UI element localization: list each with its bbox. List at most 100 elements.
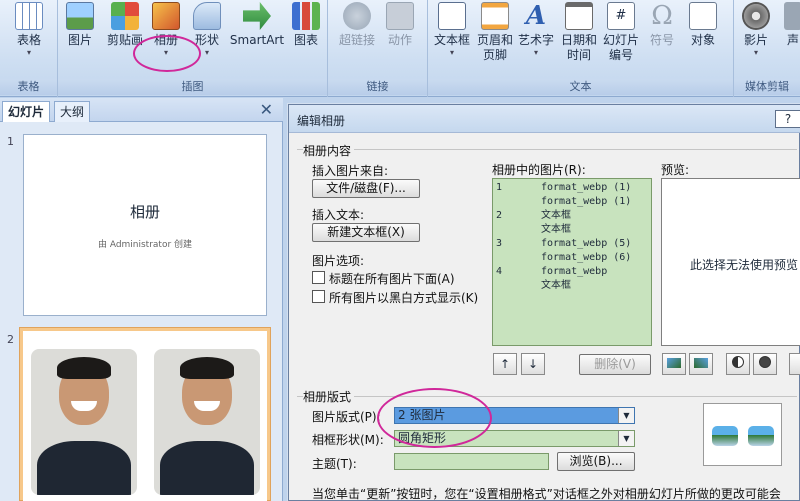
new-textbox-button[interactable]: 新建文本框(X)	[312, 223, 420, 242]
table-button[interactable]: 表格 ▾	[6, 0, 52, 58]
rotate-right-button[interactable]	[689, 353, 713, 375]
contrast-down-icon	[759, 356, 771, 368]
footer-note: 当您单击“更新”按钮时，您在“设置相册格式”对话框之外对相册幻灯片所做的更改可能…	[312, 487, 781, 501]
group-media: 影片 ▾ 声 媒体剪辑	[734, 0, 800, 97]
tab-slides[interactable]: 幻灯片	[2, 101, 51, 122]
blackwhite-label: 所有图片以黑白方式显示(K)	[329, 291, 479, 305]
tab-outline[interactable]: 大纲	[54, 101, 91, 122]
header-footer-icon	[481, 2, 509, 30]
contrast-icon	[732, 356, 744, 368]
section-album-layout: 相册版式	[303, 388, 355, 405]
file-disk-button[interactable]: 文件/磁盘(F)...	[312, 179, 420, 198]
textbox-icon	[438, 2, 466, 30]
theme-input[interactable]	[394, 453, 549, 470]
delete-button[interactable]: 删除(V)	[579, 354, 651, 375]
layout-preview	[703, 403, 782, 466]
smartart-button[interactable]: SmartArt	[228, 0, 286, 48]
edit-album-dialog: 编辑相册 ? 相册内容 插入图片来自: 文件/磁盘(F)... 插入文本: 新建…	[288, 104, 800, 501]
move-up-button[interactable]: ↑	[493, 353, 517, 375]
help-button[interactable]: ?	[775, 110, 800, 128]
contrast-down-button[interactable]	[753, 353, 777, 375]
slide-thumbnail-2[interactable]	[19, 327, 271, 501]
list-item[interactable]: 4 format_webp	[493, 265, 651, 278]
header-footer-button[interactable]: 页眉和 页脚	[474, 0, 516, 63]
symbol-button[interactable]: Ω 符号	[646, 0, 678, 48]
group-links: 超链接 动作 链接	[328, 0, 428, 97]
hyperlink-label: 超链接	[338, 33, 375, 47]
slide1-title: 相册	[129, 203, 160, 221]
browse-button[interactable]: 浏览(B)...	[557, 452, 635, 471]
group-label-table: 表格	[0, 79, 57, 95]
section-album-content: 相册内容	[303, 142, 355, 159]
move-down-button[interactable]: ↓	[521, 353, 545, 375]
slide-number-1: 1	[7, 135, 14, 148]
preview-message: 此选择无法使用预览	[690, 258, 799, 272]
group-label-media: 媒体剪辑	[734, 79, 800, 95]
datetime-button[interactable]: 日期和 时间	[558, 0, 600, 63]
hyperlink-button[interactable]: 超链接	[336, 0, 378, 48]
datetime-label-1: 日期和	[560, 33, 597, 47]
photo-1	[31, 349, 137, 495]
group-label-illustrations: 插图	[58, 79, 327, 95]
datetime-label-2: 时间	[566, 48, 591, 62]
photo-album-icon	[152, 2, 180, 30]
film-reel-icon	[742, 2, 770, 30]
slide-thumbnail-1[interactable]: 相册 由 Administrator 创建	[23, 134, 267, 316]
theme-label: 主题(T):	[312, 457, 357, 471]
list-item[interactable]: 2 文本框	[493, 209, 651, 222]
picture-icon	[66, 2, 94, 30]
picture-options-label: 图片选项:	[312, 254, 365, 268]
photo-2	[154, 349, 260, 495]
chart-label: 图表	[293, 33, 318, 47]
blackwhite-checkbox[interactable]	[312, 290, 325, 303]
action-icon	[386, 2, 414, 30]
close-icon[interactable]: ✕	[260, 100, 273, 119]
header-footer-label-2: 页脚	[482, 48, 507, 62]
speaker-icon	[784, 2, 800, 30]
captions-label: 标题在所有图片下面(A)	[329, 272, 455, 286]
header-footer-label-1: 页眉和	[476, 33, 513, 47]
list-item[interactable]: format_webp (1)	[493, 195, 651, 208]
object-button[interactable]: 对象	[686, 0, 720, 48]
wordart-button[interactable]: A 艺术字 ▾	[516, 0, 556, 58]
chart-button[interactable]: 图表	[288, 0, 324, 48]
sound-label: 声	[786, 33, 799, 47]
frame-shape-label: 相框形状(M):	[312, 433, 384, 447]
textbox-button[interactable]: 文本框 ▾	[432, 0, 472, 58]
shapes-icon	[193, 2, 221, 30]
sound-button[interactable]: 声	[782, 0, 800, 48]
textbox-label: 文本框	[433, 33, 470, 47]
picture-button[interactable]: 图片	[62, 0, 98, 48]
insert-text-label: 插入文本:	[312, 208, 365, 222]
omega-icon: Ω	[651, 1, 673, 31]
brightness-button[interactable]	[789, 353, 800, 375]
picture-layout-label: 图片版式(P):	[312, 410, 381, 424]
globe-link-icon	[343, 2, 371, 30]
preview-box: 此选择无法使用预览	[661, 178, 800, 346]
object-label: 对象	[690, 33, 715, 47]
shapes-label: 形状	[194, 33, 219, 47]
wordart-icon: A	[525, 1, 547, 31]
smartart-icon	[243, 2, 271, 30]
slide-number-button[interactable]: # 幻灯片 编号	[600, 0, 642, 63]
rotate-left-button[interactable]	[662, 353, 686, 375]
chevron-down-icon: ▼	[618, 408, 634, 423]
up-arrow-icon: ↑	[499, 357, 511, 371]
action-button[interactable]: 动作	[382, 0, 418, 48]
group-table: 表格 ▾ 表格	[0, 0, 58, 97]
table-icon	[15, 2, 43, 30]
list-item[interactable]: 文本框	[493, 223, 651, 236]
list-item[interactable]: 文本框	[493, 279, 651, 292]
pictures-listbox[interactable]: 1 format_webp (1) format_webp (1) 2 文本框 文本…	[492, 178, 652, 346]
list-item[interactable]: format_webp (6)	[493, 251, 651, 264]
movie-button[interactable]: 影片 ▾	[738, 0, 774, 58]
list-item[interactable]: 1 format_webp (1)	[493, 181, 651, 194]
clipart-icon	[111, 2, 139, 30]
captions-checkbox[interactable]	[312, 271, 325, 284]
group-text: 文本框 ▾ 页眉和 页脚 A 艺术字 ▾ 日期和 时间 # 幻灯片 编号 Ω 符…	[428, 0, 734, 97]
chevron-down-icon: ▼	[618, 431, 634, 446]
slides-panel: 幻灯片 大纲 ✕ 1 相册 由 Administrator 创建 2	[0, 98, 283, 501]
chart-icon	[292, 2, 320, 30]
contrast-up-button[interactable]	[726, 353, 750, 375]
list-item[interactable]: 3 format_webp (5)	[493, 237, 651, 250]
